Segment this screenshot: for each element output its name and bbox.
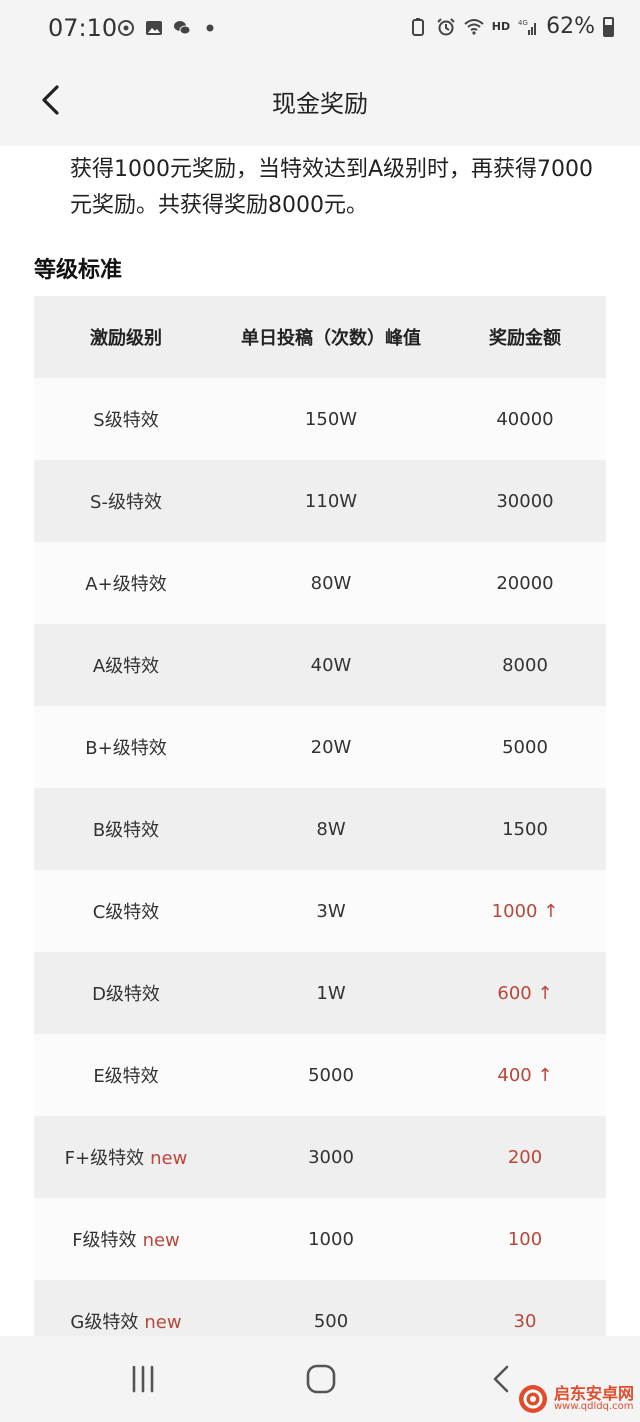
wechat-icon [174, 21, 191, 35]
peak-cell: 150W [304, 408, 358, 430]
table-row: E级特效 5000 400 ↑ [34, 1034, 606, 1116]
peak-cell: 3W [316, 900, 346, 922]
intro-paragraph: 获得1000元奖励，当特效达到A级别时，再获得7000元奖励。共获得奖励8000… [70, 157, 594, 218]
table-header-row: 激励级别 单日投稿（次数）峰值 奖励金额 [34, 296, 606, 378]
new-badge: new [150, 1148, 188, 1169]
peak-cell: 40W [310, 654, 352, 676]
reward-cell-increased: 400 ↑ [444, 1065, 606, 1086]
page-title: 现金奖励 [272, 90, 368, 118]
wifi-icon [464, 18, 484, 35]
table-row: A+级特效 80W 20000 [34, 542, 606, 624]
header-level: 激励级别 [90, 328, 162, 349]
level-cell: D级特效 [92, 984, 160, 1005]
alarm-icon [437, 17, 455, 35]
table-row: S-级特效 110W 30000 [34, 460, 606, 542]
status-time: 07:10 [48, 14, 118, 42]
peak-cell: 3000 [308, 1146, 354, 1168]
status-right: HD 4G 62% [408, 14, 614, 39]
level-cell: A级特效 [92, 656, 160, 677]
peak-cell: 1000 [308, 1228, 354, 1250]
reward-value: 1000 [491, 900, 538, 922]
peak-cell: 500 [313, 1310, 349, 1332]
app-header: 现金奖励 [0, 58, 640, 146]
watermark-name: 启东安卓网 [553, 1384, 634, 1403]
table-row: A级特效 40W 8000 [34, 624, 606, 706]
new-badge: new [142, 1230, 180, 1251]
peak-cell: 80W [310, 572, 352, 594]
reward-cell: 30000 [496, 490, 554, 512]
back-icon [493, 1365, 509, 1393]
level-cell: B级特效 [92, 820, 160, 841]
home-icon [306, 1364, 336, 1394]
table-row: F+级特效 new 3000 200 [34, 1116, 606, 1198]
status-left-icons [116, 18, 220, 38]
peak-cell: 8W [316, 818, 346, 840]
level-cell-new: F级特效 new [34, 1226, 218, 1252]
reward-cell: 40000 [496, 408, 554, 430]
up-arrow-icon: ↑ [537, 982, 553, 1004]
reward-cell-increased: 1000 ↑ [444, 901, 606, 922]
article-content[interactable]: 获得1000元奖励，当特效达到A级别时，再获得7000元奖励。共获得奖励8000… [0, 146, 640, 1336]
peak-cell: 5000 [308, 1064, 354, 1086]
level-cell: S-级特效 [90, 492, 162, 513]
table-row: B+级特效 20W 5000 [34, 706, 606, 788]
reward-cell: 1500 [502, 818, 548, 840]
level-cell: A+级特效 [85, 574, 167, 595]
reward-value: 600 [497, 982, 532, 1004]
recents-icon [132, 1365, 154, 1393]
table-row: C级特效 3W 1000 ↑ [34, 870, 606, 952]
new-badge: new [144, 1312, 182, 1333]
level-cell-new: G级特效 new [34, 1308, 218, 1334]
table-row: D级特效 1W 600 ↑ [34, 952, 606, 1034]
peak-cell: 20W [310, 736, 352, 758]
sync-icon [118, 20, 134, 36]
header-peak: 单日投稿（次数）峰值 [241, 328, 421, 349]
dot-icon [206, 24, 214, 32]
svg-text:4G: 4G [518, 19, 528, 27]
reward-cell: 100 [507, 1228, 543, 1250]
signal-icon: 4G [518, 19, 537, 35]
battery-percent: 62% [546, 14, 595, 39]
reward-table: 激励级别 单日投稿（次数）峰值 奖励金额 S级特效 150W 40000 S-级… [34, 296, 606, 1336]
level-name: F+级特效 [64, 1148, 145, 1169]
reward-cell: 8000 [502, 654, 548, 676]
gallery-icon [146, 21, 162, 35]
battery-saver-icon [411, 17, 424, 36]
status-bar: 07:10 HD 4G 62% [0, 0, 640, 58]
watermark-logo-icon [518, 1385, 547, 1413]
peak-cell: 1W [316, 982, 346, 1004]
recents-button[interactable] [118, 1356, 168, 1402]
reward-cell: 20000 [496, 572, 554, 594]
up-arrow-icon: ↑ [543, 900, 559, 922]
up-arrow-icon: ↑ [537, 1064, 553, 1086]
level-cell: B+级特效 [85, 738, 167, 759]
level-cell-new: F+级特效 new [34, 1144, 218, 1170]
reward-cell: 30 [513, 1310, 537, 1332]
table-row: B级特效 8W 1500 [34, 788, 606, 870]
peak-cell: 110W [304, 490, 358, 512]
watermark-text: 启东安卓网 www.qdldq.com [554, 1386, 634, 1412]
watermark: 启东安卓网 www.qdldq.com [518, 1384, 634, 1414]
section-title: 等级标准 [34, 258, 123, 283]
level-name: G级特效 [70, 1312, 139, 1333]
level-name: F级特效 [72, 1230, 137, 1251]
reward-cell-increased: 600 ↑ [444, 983, 606, 1004]
reward-cell: 200 [507, 1146, 543, 1168]
level-cell: E级特效 [93, 1066, 159, 1087]
watermark-url: www.qdldq.com [553, 1401, 634, 1412]
battery-icon [603, 16, 614, 37]
header-reward: 奖励金额 [489, 328, 561, 349]
level-cell: S级特效 [93, 410, 159, 431]
hd-indicator: HD [491, 20, 511, 33]
level-cell: C级特效 [92, 902, 160, 923]
table-row: G级特效 new 500 30 [34, 1280, 606, 1336]
reward-cell: 5000 [502, 736, 548, 758]
reward-value: 400 [497, 1064, 532, 1086]
system-nav-bar: 启东安卓网 www.qdldq.com [0, 1336, 640, 1422]
home-button[interactable] [296, 1356, 346, 1402]
table-row: F级特效 new 1000 100 [34, 1198, 606, 1280]
table-row: S级特效 150W 40000 [34, 378, 606, 460]
